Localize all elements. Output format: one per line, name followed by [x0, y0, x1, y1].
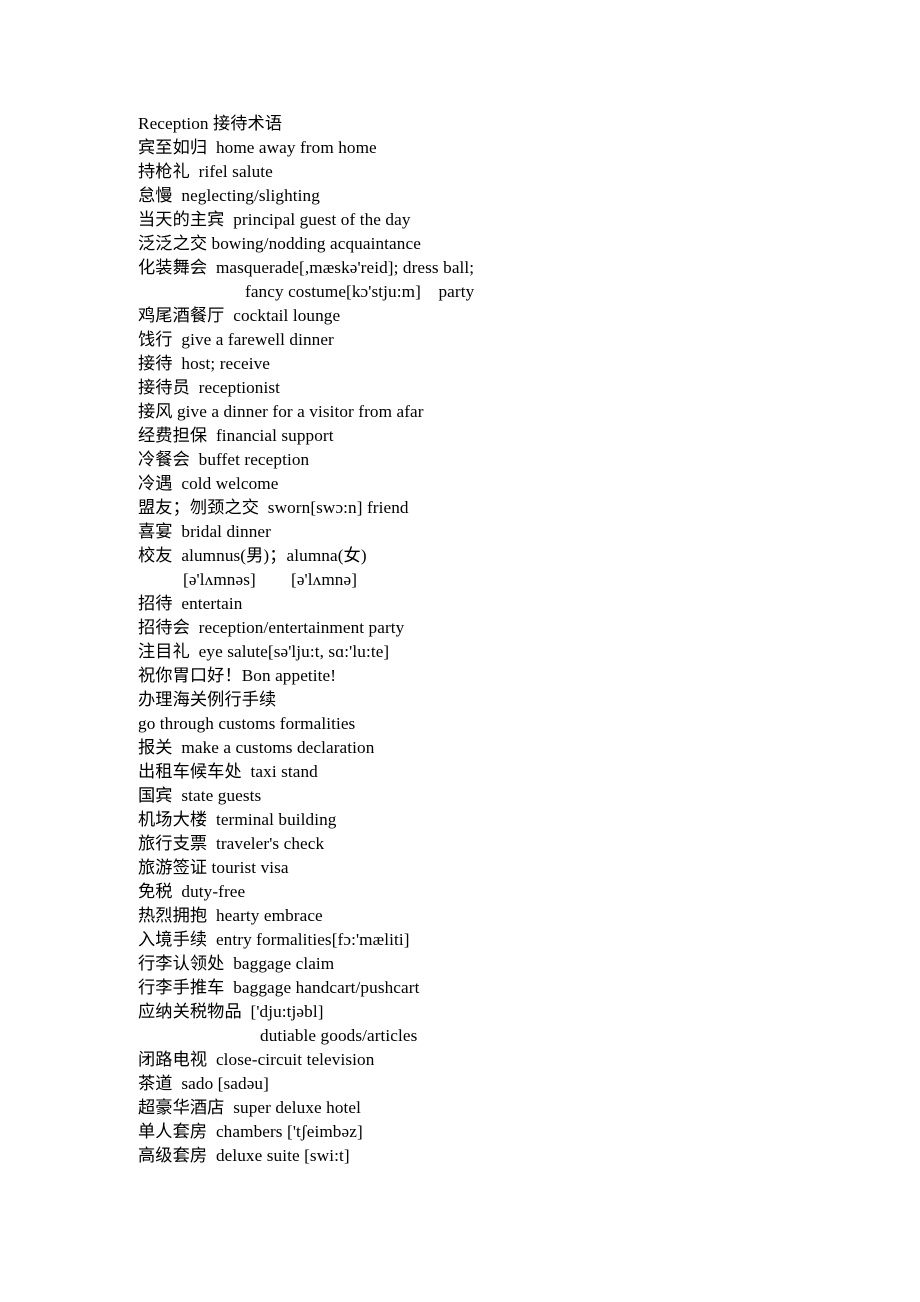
glossary-line: 旅行支票 traveler's check: [138, 834, 325, 853]
glossary-line: 盟友；刎颈之交 sworn[swɔ:n] friend: [138, 498, 409, 517]
glossary-line: 注目礼 eye salute[sə'lju:t, sɑ:'lu:te]: [138, 642, 390, 661]
glossary-line: 行李手推车 baggage handcart/pushcart: [138, 978, 420, 997]
glossary-line: 茶道 sado [sadəu]: [138, 1074, 269, 1093]
glossary-line: 单人套房 chambers ['tʃeimbəz]: [138, 1122, 363, 1141]
glossary-line: 招待 entertain: [138, 594, 243, 613]
glossary-line: 报关 make a customs declaration: [138, 738, 375, 757]
glossary-line: 招待会 reception/entertainment party: [138, 618, 405, 637]
glossary-line: 当天的主宾 principal guest of the day: [138, 210, 411, 229]
glossary-line: 机场大楼 terminal building: [138, 810, 337, 829]
glossary-line: 祝你胃口好！Bon appetite!: [138, 666, 337, 685]
glossary-line: 饯行 give a farewell dinner: [138, 330, 334, 349]
glossary-line: 办理海关例行手续: [138, 690, 277, 709]
glossary-line: 闭路电视 close-circuit television: [138, 1050, 375, 1069]
glossary-line: 热烈拥抱 hearty embrace: [138, 906, 323, 925]
glossary-line: 宾至如归 home away from home: [138, 138, 377, 157]
glossary-line: 应纳关税物品 ['dju:tjəbl]: [138, 1002, 324, 1021]
glossary-text-block: Reception 接待术语宾至如归 home away from home 持枪…: [138, 112, 838, 1168]
glossary-line: 出租车候车处 taxi stand: [138, 762, 318, 781]
glossary-line: 接风 give a dinner for a visitor from afar: [138, 402, 424, 421]
glossary-line: 接待员 receptionist: [138, 378, 281, 397]
glossary-line: 入境手续 entry formalities[fɔ:'mæliti]: [138, 930, 410, 949]
glossary-line: 冷遇 cold welcome: [138, 474, 279, 493]
glossary-line: 接待 host; receive: [138, 354, 270, 373]
glossary-line: 行李认领处 baggage claim: [138, 954, 335, 973]
glossary-line: 冷餐会 buffet reception: [138, 450, 310, 469]
glossary-line: 怠慢 neglecting/slighting: [138, 186, 320, 205]
glossary-line: fancy costume[kɔ'stju:m] party: [245, 282, 475, 301]
glossary-line: 高级套房 deluxe suite [swi:t]: [138, 1146, 350, 1165]
glossary-line: [ə'lʌmnəs] [ə'lʌmnə]: [183, 570, 358, 589]
glossary-line: 超豪华酒店 super deluxe hotel: [138, 1098, 362, 1117]
glossary-line: 免税 duty-free: [138, 882, 246, 901]
glossary-line: 鸡尾酒餐厅 cocktail lounge: [138, 306, 341, 325]
glossary-line: 化装舞会 masquerade[,mæskə'reid]; dress ball…: [138, 258, 475, 277]
glossary-line: 喜宴 bridal dinner: [138, 522, 271, 541]
glossary-line: 国宾 state guests: [138, 786, 262, 805]
glossary-line: Reception 接待术语: [138, 114, 283, 133]
glossary-line: go through customs formalities: [138, 714, 356, 733]
glossary-line: 旅游签证 tourist visa: [138, 858, 289, 877]
glossary-line: 经费担保 financial support: [138, 426, 334, 445]
document-page: Reception 接待术语宾至如归 home away from home 持枪…: [0, 0, 920, 1302]
glossary-line: 泛泛之交 bowing/nodding acquaintance: [138, 234, 421, 253]
glossary-line: dutiable goods/articles: [260, 1026, 418, 1045]
glossary-line: 持枪礼 rifel salute: [138, 162, 273, 181]
glossary-line: 校友 alumnus(男)；alumna(女): [138, 546, 367, 565]
